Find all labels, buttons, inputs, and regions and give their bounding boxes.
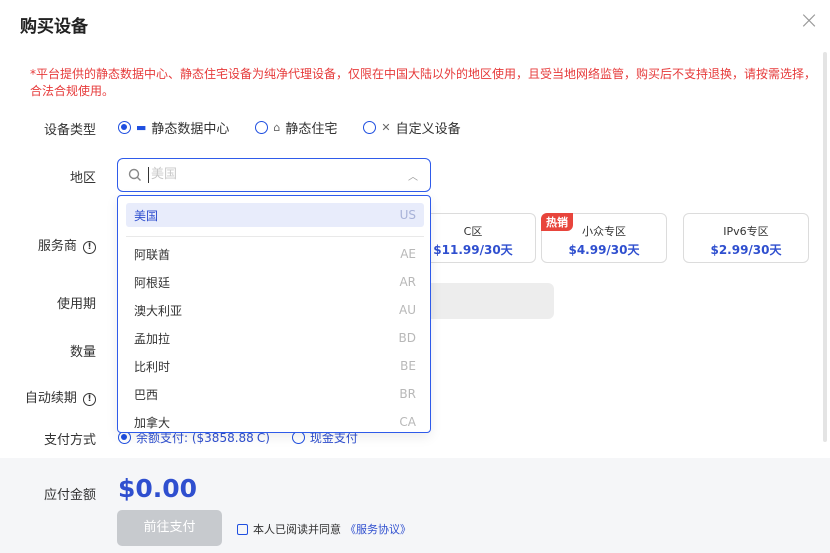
provider-label-text: 服务商 (37, 239, 77, 254)
device-type-label-0: 静态数据中心 (151, 122, 230, 137)
dialog-title: 购买设备 (20, 17, 88, 37)
residential-icon: ⌂ (273, 121, 281, 134)
scrollbar[interactable] (823, 52, 827, 442)
region-label: 地区 (69, 171, 96, 186)
region-name: 比利时 (134, 359, 171, 374)
region-code: AU (399, 303, 416, 317)
provider-card-niche[interactable]: 热销 小众专区 $4.99/30天 (541, 213, 667, 263)
region-name: 巴西 (134, 387, 159, 402)
agree-text: 本人已阅读并同意 (253, 523, 341, 536)
region-option-ca[interactable]: 加拿大 CA (126, 410, 424, 432)
search-icon (128, 168, 141, 181)
quantity-label: 数量 (69, 345, 96, 360)
radio-unselected[interactable] (255, 121, 269, 134)
provider-card-ipv6[interactable]: IPv6专区 $2.99/30天 (683, 213, 809, 263)
payment-footer: 应付金额 $0.00 前往支付 本人已阅读并同意 《服务协议》 (0, 458, 830, 553)
region-option-be[interactable]: 比利时 BE (126, 354, 424, 378)
region-code: BE (400, 359, 416, 373)
device-type-static-residential[interactable]: ⌂ 静态住宅 (255, 118, 337, 137)
region-option-bd[interactable]: 孟加拉 BD (126, 326, 424, 350)
info-icon[interactable]: ! (83, 241, 96, 254)
region-name: 阿联酋 (134, 247, 171, 262)
region-name: 美国 (134, 208, 159, 223)
region-code: AE (400, 247, 416, 261)
region-option-ar[interactable]: 阿根廷 AR (126, 270, 424, 294)
divider (126, 236, 424, 237)
region-option-ae[interactable]: 阿联酋 AE (126, 242, 424, 266)
region-code: AR (399, 275, 416, 289)
chevron-up-icon[interactable]: ︿ (408, 168, 418, 183)
region-option-br[interactable]: 巴西 BR (126, 382, 424, 406)
region-code: US (399, 208, 416, 222)
region-name: 加拿大 (134, 415, 171, 430)
device-type-label-1: 静态住宅 (285, 122, 338, 137)
radio-selected[interactable] (118, 121, 131, 134)
provider-card-price: $4.99/30天 (568, 243, 640, 257)
region-code: CA (399, 415, 416, 429)
device-type-group: ▬ 静态数据中心 ⌂ 静态住宅 ✕ 自定义设备 (118, 118, 487, 137)
info-icon[interactable]: ! (83, 393, 96, 406)
agreement-row: 本人已阅读并同意 《服务协议》 (237, 521, 411, 537)
period-label: 使用期 (56, 297, 96, 312)
provider-card-name: IPv6专区 (723, 225, 769, 238)
region-name: 阿根廷 (134, 275, 171, 290)
hot-badge: 热销 (541, 213, 573, 231)
device-type-static-datacenter[interactable]: ▬ 静态数据中心 (118, 118, 229, 137)
device-type-label-2: 自定义设备 (395, 122, 461, 137)
region-option-au[interactable]: 澳大利亚 AU (126, 298, 424, 322)
auto-renew-label-text: 自动续期 (24, 391, 77, 406)
region-select[interactable]: 美国 ︿ (117, 158, 431, 192)
purchase-device-dialog: 购买设备 × *平台提供的静态数据中心、静态住宅设备为纯净代理设备，仅限在中国大… (0, 0, 830, 553)
device-type-label: 设备类型 (43, 123, 96, 138)
region-name: 澳大利亚 (134, 303, 183, 318)
provider-card-price: $2.99/30天 (710, 243, 782, 257)
auto-renew-label: 自动续期 ! (0, 387, 96, 406)
dialog-header: 购买设备 × (0, 0, 830, 48)
region-dropdown: 美国 US 阿联酋 AE 阿根廷 AR 澳大利亚 AU 孟加拉 BD 比利时 B… (117, 195, 431, 433)
custom-tools-icon: ✕ (381, 121, 391, 134)
region-code: BD (398, 331, 416, 345)
agree-checkbox[interactable] (237, 523, 248, 535)
region-name: 孟加拉 (134, 331, 171, 346)
pay-method-label: 支付方式 (43, 433, 96, 448)
radio-unselected[interactable] (363, 121, 377, 134)
close-icon[interactable]: × (798, 8, 820, 32)
device-type-custom[interactable]: ✕ 自定义设备 (363, 118, 461, 137)
service-agreement-link[interactable]: 《服务协议》 (345, 521, 411, 537)
region-search-input[interactable]: 美国 (148, 167, 177, 183)
period-selector[interactable] (430, 283, 554, 319)
region-option-us[interactable]: 美国 US (126, 203, 424, 227)
server-icon: ▬ (136, 121, 147, 134)
provider-label: 服务商 ! (0, 235, 96, 254)
region-code: BR (399, 387, 416, 401)
notice-text: *平台提供的静态数据中心、静态住宅设备为纯净代理设备，仅限在中国大陆以外的地区使… (30, 67, 817, 98)
amount-value: $0.00 (118, 474, 198, 503)
amount-label: 应付金额 (43, 488, 96, 503)
go-pay-button[interactable]: 前往支付 (117, 510, 222, 546)
